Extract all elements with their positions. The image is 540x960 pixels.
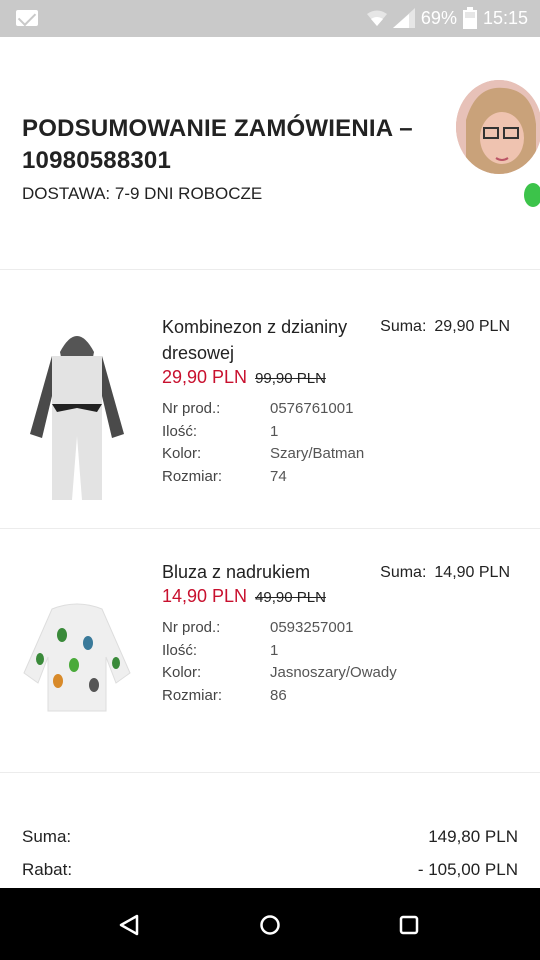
detail-label: Nr prod.: [162,619,221,636]
detail-label: Rozmiar: [162,467,223,485]
product-details: Nr prod.: 0576761001 Ilość: 1 Kolor: Szary/… [162,398,364,488]
recents-icon[interactable] [392,908,426,942]
battery-percent: 69% [420,7,457,28]
signal-icon [392,8,415,28]
price: 14,90 PLN 49,90 PLN [162,586,326,607]
item-sum-label: Suma: [380,318,427,335]
order-summary: Suma: 149,80 PLN Rabat: - 105,00 PLN [22,820,518,886]
original-price: 49,90 PLN [255,589,326,606]
total-value: 149,80 PLN [428,826,518,846]
discount-label: Rabat: [22,859,73,879]
detail-label: Kolor: [162,664,202,681]
item-sum-value: 14,90 PLN [434,564,510,581]
detail-value: 1 [270,641,279,659]
wifi-icon [366,9,387,27]
detail-value: 0593257001 [270,619,354,636]
detail-label: Rozmiar: [162,686,223,704]
product-name[interactable]: Bluza z nadrukiem [162,559,352,585]
discount-value: - 105,00 PLN [417,859,518,879]
detail-label: Nr prod.: [162,400,221,417]
product-name[interactable]: Kombinezon z dzianiny dresowej [162,314,352,366]
detail-label: Ilość: [162,641,198,659]
detail-label: Ilość: [162,422,198,440]
detail-value: Szary/Batman [270,445,365,462]
avatar[interactable] [456,80,540,174]
back-icon[interactable] [112,908,146,942]
detail-value: 86 [270,686,287,704]
home-icon[interactable] [253,908,287,942]
item-sum-label: Suma: [380,564,427,581]
item-sum-value: 29,90 PLN [434,318,510,335]
product-details: Nr prod.: 0593257001 Ilość: 1 Kolor: Jasnos… [162,617,397,707]
navigation-bar [0,888,540,960]
online-status-dot [524,183,540,207]
detail-value: 1 [270,422,279,440]
battery-icon [462,7,477,29]
product-image-sweatshirt[interactable] [22,599,132,719]
original-price: 99,90 PLN [255,370,326,387]
item-sum: Suma: 29,90 PLN [380,318,510,336]
product-image-romper[interactable] [22,316,132,506]
price: 29,90 PLN 99,90 PLN [162,367,326,388]
order-item[interactable]: Bluza z nadrukiem Suma: 14,90 PLN 14,90 P… [0,529,540,773]
summary-discount-row: Rabat: - 105,00 PLN [22,853,518,886]
page-title: PODSUMOWANIE ZAMÓWIENIA – 10980588301 [22,115,413,174]
detail-label: Kolor: [162,445,202,462]
delivery-info: DOSTAWA: 7-9 DNI ROBOCZE [22,184,263,203]
item-sum: Suma: 14,90 PLN [380,564,510,582]
clock: 15:15 [482,7,528,28]
summary-total-row: Suma: 149,80 PLN [22,820,518,853]
order-item[interactable]: Kombinezon z dzianiny dresowej Suma: 29,9… [0,270,540,529]
detail-value: 0576761001 [270,400,354,417]
detail-value: Jasnoszary/Owady [270,664,397,681]
status-bar: 69% 15:15 [0,0,540,37]
sale-price: 29,90 PLN [162,367,248,387]
detail-value: 74 [270,467,287,485]
mail-icon [16,10,38,26]
total-label: Suma: [22,826,72,846]
sale-price: 14,90 PLN [162,586,248,606]
